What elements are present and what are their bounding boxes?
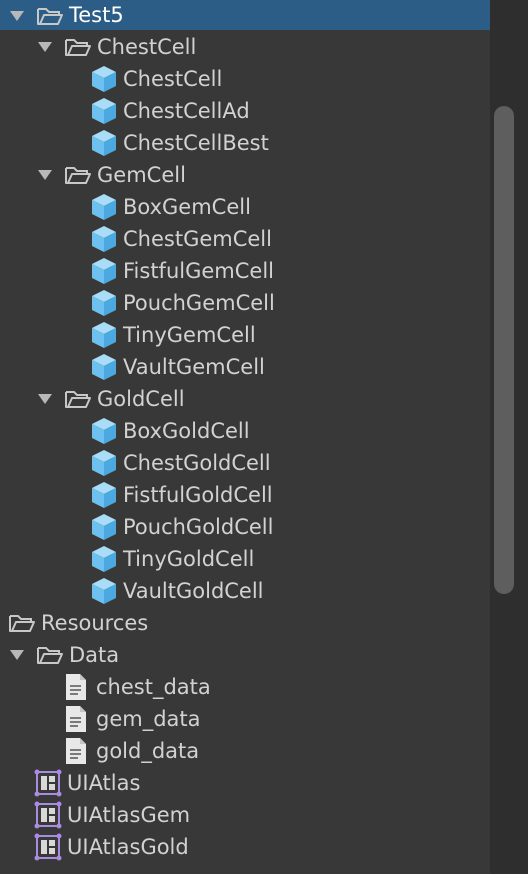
tree-item-label: GoldCell — [97, 387, 185, 411]
folder-open-icon — [64, 164, 92, 191]
text-file-icon — [64, 673, 88, 706]
tree-item-label: GemCell — [97, 163, 186, 187]
tree-item-label: Resources — [41, 611, 149, 635]
prefab-cube-icon — [90, 192, 118, 227]
sprite-atlas-icon — [34, 801, 62, 834]
tree-row[interactable]: UIAtlas — [0, 767, 490, 799]
project-tree: Test5 ChestCell ChestCell ChestCellAd ChestC… — [0, 0, 490, 874]
tree-item-label: BoxGemCell — [123, 195, 251, 219]
tree-row[interactable]: ChestGemCell — [0, 223, 490, 255]
tree-row[interactable]: PouchGemCell — [0, 287, 490, 319]
tree-row[interactable]: Data — [0, 639, 490, 671]
tree-row[interactable]: GoldCell — [0, 383, 490, 415]
tree-item-label: ChestCellBest — [123, 131, 269, 155]
prefab-cube-icon — [90, 512, 118, 547]
tree-row[interactable]: TinyGemCell — [0, 319, 490, 351]
text-file-icon — [64, 737, 88, 770]
tree-item-label: FistfulGoldCell — [123, 483, 273, 507]
prefab-cube-icon — [90, 96, 118, 131]
sprite-atlas-icon — [34, 833, 62, 866]
tree-row[interactable]: BoxGemCell — [0, 191, 490, 223]
expand-arrow-icon[interactable] — [38, 42, 52, 52]
tree-row[interactable]: VaultGoldCell — [0, 575, 490, 607]
tree-row[interactable]: ChestCell — [0, 63, 490, 95]
tree-row[interactable]: ChestCellAd — [0, 95, 490, 127]
tree-row[interactable]: FistfulGemCell — [0, 255, 490, 287]
prefab-cube-icon — [90, 480, 118, 515]
tree-row[interactable]: BoxGoldCell — [0, 415, 490, 447]
tree-row[interactable]: PouchGoldCell — [0, 511, 490, 543]
prefab-cube-icon — [90, 320, 118, 355]
tree-row[interactable]: ChestCellBest — [0, 127, 490, 159]
folder-open-icon — [64, 36, 92, 63]
text-file-icon — [64, 705, 88, 738]
folder-open-icon — [64, 388, 92, 415]
prefab-cube-icon — [90, 352, 118, 387]
tree-item-label: UIAtlasGem — [67, 803, 191, 827]
tree-item-label: gold_data — [96, 739, 200, 763]
tree-item-label: VaultGoldCell — [123, 579, 264, 603]
tree-row[interactable]: UIAtlasGem — [0, 799, 490, 831]
sprite-atlas-icon — [34, 769, 62, 802]
tree-row[interactable]: FistfulGoldCell — [0, 479, 490, 511]
tree-item-label: TinyGoldCell — [123, 547, 255, 571]
prefab-cube-icon — [90, 544, 118, 579]
tree-row[interactable]: gem_data — [0, 703, 490, 735]
prefab-cube-icon — [90, 416, 118, 451]
tree-item-label: ChestGoldCell — [123, 451, 271, 475]
tree-item-label: ChestGemCell — [123, 227, 272, 251]
tree-row[interactable]: chest_data — [0, 671, 490, 703]
tree-row[interactable]: TinyGoldCell — [0, 543, 490, 575]
prefab-cube-icon — [90, 256, 118, 291]
expand-arrow-icon[interactable] — [38, 394, 52, 404]
tree-row[interactable]: Resources — [0, 607, 490, 639]
tree-row[interactable]: gold_data — [0, 735, 490, 767]
tree-item-label: VaultGemCell — [123, 355, 265, 379]
tree-item-label: UIAtlas — [67, 771, 141, 795]
folder-open-icon — [8, 612, 36, 639]
prefab-cube-icon — [90, 64, 118, 99]
tree-item-label: chest_data — [96, 675, 211, 699]
expand-arrow-icon[interactable] — [10, 650, 24, 660]
tree-row[interactable]: ChestCell — [0, 31, 490, 63]
prefab-cube-icon — [90, 288, 118, 323]
prefab-cube-icon — [90, 128, 118, 163]
tree-item-label: Data — [69, 643, 120, 667]
tree-item-label: PouchGemCell — [123, 291, 275, 315]
tree-row[interactable]: GemCell — [0, 159, 490, 191]
prefab-cube-icon — [90, 448, 118, 483]
prefab-cube-icon — [90, 224, 118, 259]
folder-open-icon — [36, 644, 64, 671]
tree-item-label: TinyGemCell — [123, 323, 256, 347]
expand-arrow-icon[interactable] — [10, 11, 24, 21]
tree-row[interactable]: Test5 — [0, 0, 490, 30]
tree-item-label: ChestCell — [123, 67, 223, 91]
tree-row[interactable]: ChestGoldCell — [0, 447, 490, 479]
tree-row[interactable]: UIAtlasGold — [0, 831, 490, 863]
tree-item-label: UIAtlasGold — [67, 835, 189, 859]
tree-item-label: ChestCellAd — [123, 99, 250, 123]
expand-arrow-icon[interactable] — [38, 170, 52, 180]
tree-item-label: BoxGoldCell — [123, 419, 250, 443]
tree-row[interactable]: VaultGemCell — [0, 351, 490, 383]
tree-item-label: FistfulGemCell — [123, 259, 274, 283]
scrollbar-thumb[interactable] — [494, 106, 514, 594]
prefab-cube-icon — [90, 576, 118, 611]
folder-open-icon — [36, 5, 64, 32]
tree-item-label: Test5 — [69, 3, 124, 27]
tree-item-label: gem_data — [96, 707, 201, 731]
tree-item-label: ChestCell — [97, 35, 197, 59]
tree-item-label: PouchGoldCell — [123, 515, 274, 539]
